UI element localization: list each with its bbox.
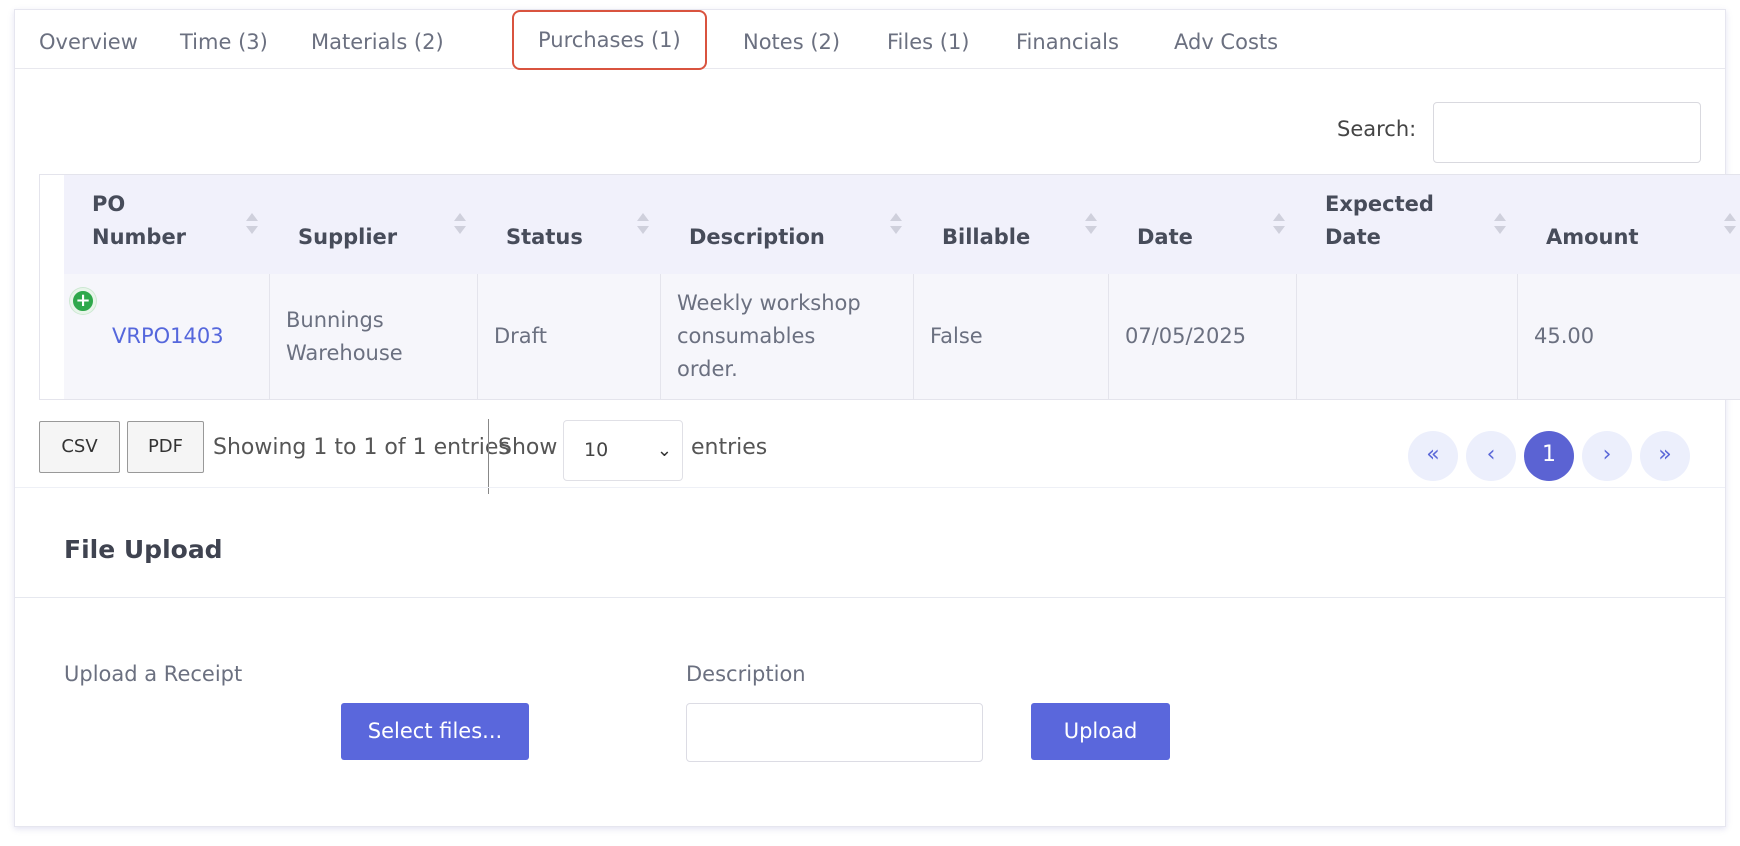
- amount-text: 45.00: [1534, 324, 1595, 348]
- date-text: 07/05/2025: [1125, 324, 1247, 348]
- page-1-button[interactable]: 1: [1524, 431, 1574, 481]
- column-header-date[interactable]: Date: [1109, 175, 1297, 274]
- last-page-button[interactable]: »: [1640, 431, 1690, 481]
- entries-label: entries: [691, 435, 768, 460]
- header-label: Description: [689, 225, 825, 249]
- column-header-billable[interactable]: Billable: [914, 175, 1109, 274]
- column-header-expected-date[interactable]: Expected Date: [1297, 175, 1518, 274]
- billable-text: False: [930, 324, 983, 348]
- tab-adv-costs[interactable]: Adv Costs: [1150, 24, 1302, 60]
- description-line2: consumables: [677, 324, 816, 348]
- purchases-panel: Overview Time (3) Materials (2) Purchase…: [14, 9, 1740, 827]
- pdf-export-button[interactable]: PDF: [127, 421, 204, 473]
- header-label: Status: [506, 225, 583, 249]
- tab-materials[interactable]: Materials (2): [287, 24, 468, 60]
- column-header-description[interactable]: Description: [661, 175, 914, 274]
- description-line1: Weekly workshop: [677, 291, 861, 315]
- tab-financials[interactable]: Financials: [992, 24, 1143, 60]
- file-upload-title: File Upload: [64, 535, 223, 564]
- page-size-value: 10: [584, 439, 609, 461]
- cell-po-number: + VRPO1403: [64, 274, 270, 399]
- status-text: Draft: [494, 324, 547, 348]
- tab-time[interactable]: Time (3): [156, 24, 292, 60]
- next-page-button[interactable]: ›: [1582, 431, 1632, 481]
- sort-icon[interactable]: [246, 213, 258, 237]
- tab-notes[interactable]: Notes (2): [719, 24, 864, 60]
- tab-overview[interactable]: Overview: [15, 24, 162, 60]
- table-row: + VRPO1403 Bunnings Warehouse Draft Weekl…: [64, 274, 1740, 399]
- section-divider: [15, 487, 1725, 488]
- purchases-table: PO Number Supplier Status Description Bil…: [39, 174, 1740, 400]
- show-label: Show: [498, 435, 558, 460]
- table-header: PO Number Supplier Status Description Bil…: [64, 175, 1740, 274]
- supplier-line1: Bunnings: [286, 307, 384, 332]
- sort-icon[interactable]: [1494, 213, 1506, 237]
- column-header-amount[interactable]: Amount: [1518, 175, 1740, 274]
- cell-amount: 45.00: [1518, 274, 1740, 399]
- chevron-down-icon: ⌄: [656, 440, 672, 461]
- sort-icon[interactable]: [454, 213, 466, 237]
- cell-status: Draft: [478, 274, 661, 399]
- sort-icon[interactable]: [1085, 213, 1097, 237]
- tab-purchases[interactable]: Purchases (1): [512, 10, 707, 70]
- column-header-po-number[interactable]: PO Number: [64, 175, 270, 274]
- description-label: Description: [686, 662, 806, 686]
- column-header-status[interactable]: Status: [478, 175, 661, 274]
- column-header-supplier[interactable]: Supplier: [270, 175, 478, 274]
- csv-export-button[interactable]: CSV: [39, 421, 120, 473]
- cell-billable: False: [914, 274, 1109, 399]
- po-number-link[interactable]: VRPO1403: [112, 324, 224, 348]
- cell-expected-date: [1297, 274, 1518, 399]
- entries-info: Showing 1 to 1 of 1 entries: [213, 435, 510, 460]
- description-line3: order.: [677, 357, 738, 381]
- page-size-select[interactable]: 10 ⌄: [563, 420, 683, 481]
- sort-icon[interactable]: [1273, 213, 1285, 237]
- supplier-line2: Warehouse: [286, 340, 403, 365]
- header-line1: PO: [92, 192, 126, 216]
- header-label: Date: [1137, 225, 1193, 249]
- section-divider: [15, 597, 1725, 598]
- header-line1: Expected: [1325, 192, 1434, 216]
- description-input[interactable]: [686, 703, 983, 762]
- header-label: Billable: [942, 225, 1031, 249]
- cell-supplier: Bunnings Warehouse: [270, 274, 478, 399]
- search-label: Search:: [1337, 117, 1417, 141]
- expand-row-icon[interactable]: +: [70, 288, 96, 314]
- sort-icon[interactable]: [890, 213, 902, 237]
- header-line2: Number: [92, 225, 187, 249]
- header-label: Supplier: [298, 225, 398, 249]
- search-input[interactable]: [1433, 102, 1701, 163]
- tab-files[interactable]: Files (1): [863, 24, 994, 60]
- tab-bar: Overview Time (3) Materials (2) Purchase…: [15, 10, 1725, 70]
- select-files-button[interactable]: Select files...: [341, 703, 529, 760]
- header-label: Amount: [1546, 225, 1639, 249]
- sort-icon[interactable]: [1724, 213, 1736, 237]
- first-page-button[interactable]: «: [1408, 431, 1458, 481]
- upload-button[interactable]: Upload: [1031, 703, 1170, 760]
- divider: [488, 419, 489, 494]
- upload-receipt-label: Upload a Receipt: [64, 662, 243, 686]
- header-line2: Date: [1325, 225, 1381, 249]
- cell-date: 07/05/2025: [1109, 274, 1297, 399]
- cell-description: Weekly workshop consumables order.: [661, 274, 914, 399]
- sort-icon[interactable]: [637, 213, 649, 237]
- prev-page-button[interactable]: ‹: [1466, 431, 1516, 481]
